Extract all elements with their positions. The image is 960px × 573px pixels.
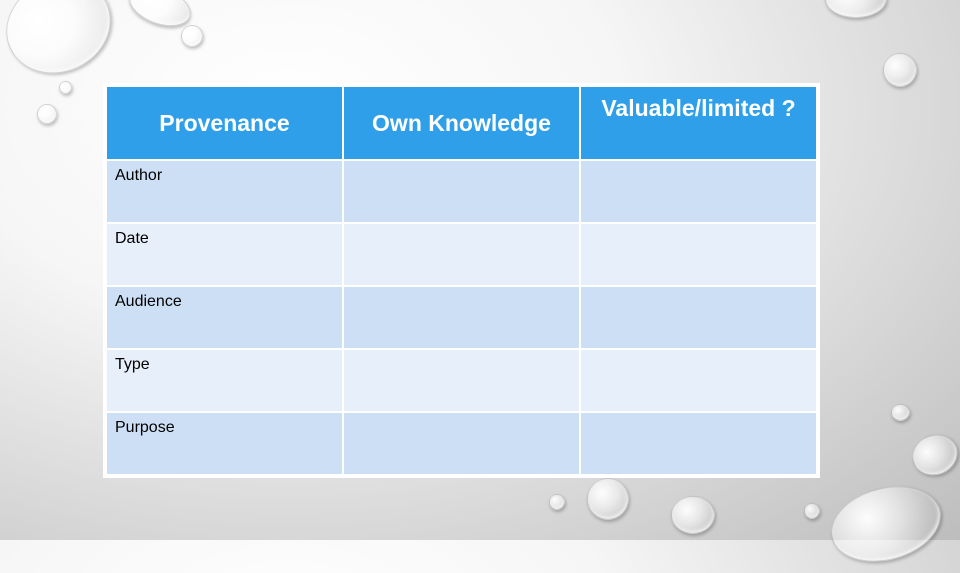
valuable-limited-cell: [579, 222, 818, 287]
water-droplet-decoration: [587, 478, 629, 520]
table-row: Purpose: [105, 411, 818, 476]
valuable-limited-cell: [579, 411, 818, 476]
water-droplet-decoration: [37, 104, 57, 124]
row-label: Type: [105, 348, 344, 413]
water-droplet-decoration: [906, 428, 960, 482]
water-droplet-decoration: [0, 0, 127, 91]
water-droplet-decoration: [825, 0, 887, 18]
table-row: Date: [105, 222, 818, 287]
water-droplet-decoration: [671, 496, 715, 534]
water-droplet-decoration: [891, 404, 910, 421]
table-header-row: Provenance Own Knowledge Valuable/limite…: [105, 85, 818, 161]
water-droplet-decoration: [804, 503, 820, 519]
water-droplet-decoration: [59, 81, 72, 94]
water-droplet-decoration: [181, 25, 203, 47]
own-knowledge-cell: [342, 222, 581, 287]
header-provenance: Provenance: [105, 85, 344, 161]
water-droplet-decoration: [822, 474, 950, 573]
header-valuable-limited: Valuable/limited ?: [579, 85, 818, 161]
provenance-table: Provenance Own Knowledge Valuable/limite…: [103, 83, 820, 478]
table-row: Type: [105, 348, 818, 413]
valuable-limited-cell: [579, 348, 818, 413]
own-knowledge-cell: [342, 159, 581, 224]
valuable-limited-cell: [579, 285, 818, 350]
row-label: Audience: [105, 285, 344, 350]
own-knowledge-cell: [342, 411, 581, 476]
table-row: Author: [105, 159, 818, 224]
water-droplet-decoration: [883, 53, 917, 87]
row-label: Date: [105, 222, 344, 287]
row-label: Purpose: [105, 411, 344, 476]
own-knowledge-cell: [342, 348, 581, 413]
row-label: Author: [105, 159, 344, 224]
table-row: Audience: [105, 285, 818, 350]
own-knowledge-cell: [342, 285, 581, 350]
valuable-limited-cell: [579, 159, 818, 224]
water-droplet-decoration: [549, 494, 565, 510]
header-own-knowledge: Own Knowledge: [342, 85, 581, 161]
